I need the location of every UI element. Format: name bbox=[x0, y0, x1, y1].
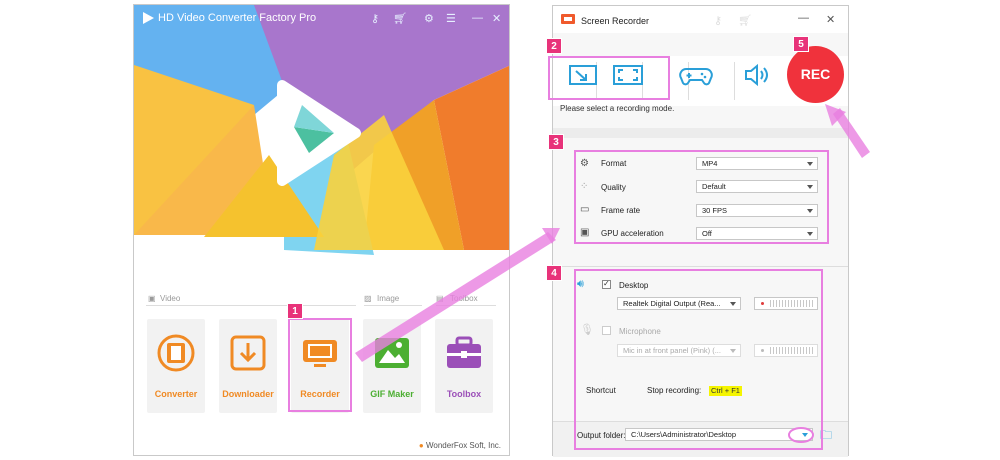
video-section-icon: ▣ bbox=[148, 294, 156, 303]
section-toolbox-label: Toolbox bbox=[450, 294, 478, 303]
tile-label: Toolbox bbox=[446, 389, 482, 399]
header-artwork bbox=[134, 5, 509, 287]
recorder-title: Screen Recorder bbox=[581, 16, 650, 26]
rec-button[interactable]: REC bbox=[787, 46, 844, 103]
step-badge-3: 3 bbox=[548, 134, 564, 150]
divider bbox=[734, 62, 735, 100]
highlight-audio-output bbox=[574, 269, 823, 450]
downloader-tile[interactable]: Downloader bbox=[219, 319, 277, 413]
hint-strip bbox=[553, 128, 848, 138]
converter-tile[interactable]: Converter bbox=[147, 319, 205, 413]
app-title: HD Video Converter Factory Pro bbox=[158, 12, 317, 24]
settings-icon[interactable]: ⚙ bbox=[424, 12, 434, 25]
toolbox-icon bbox=[447, 336, 481, 368]
cart-icon[interactable]: 🛒︎ bbox=[738, 14, 752, 27]
cart-icon[interactable]: 🛒︎ bbox=[393, 12, 407, 25]
key-icon[interactable]: ⚷ bbox=[371, 12, 379, 25]
close-icon[interactable]: ✕ bbox=[492, 12, 501, 25]
step-badge-4: 4 bbox=[546, 265, 562, 281]
divider bbox=[436, 305, 496, 306]
image-icon bbox=[375, 338, 409, 368]
close-icon[interactable]: ✕ bbox=[826, 13, 835, 26]
minimize-icon[interactable]: — bbox=[472, 12, 483, 24]
recording-mode-hint: Please select a recording mode. bbox=[560, 104, 675, 113]
download-icon bbox=[230, 335, 266, 371]
minimize-icon[interactable]: — bbox=[798, 12, 809, 24]
film-icon bbox=[157, 334, 195, 372]
toolbox-tile[interactable]: Toolbox bbox=[435, 319, 493, 413]
game-mode-button[interactable] bbox=[677, 56, 715, 94]
tile-label: GIF Maker bbox=[370, 389, 414, 399]
wonderfox-logo-icon: ● bbox=[418, 441, 424, 450]
tile-label: Downloader bbox=[222, 389, 274, 399]
menu-icon[interactable]: ☰ bbox=[446, 12, 456, 25]
highlight-settings bbox=[574, 150, 829, 244]
divider bbox=[146, 305, 356, 306]
image-section-icon: ▨ bbox=[364, 294, 372, 303]
step-badge-1: 1 bbox=[287, 303, 303, 319]
footer-text: WonderFox Soft, Inc. bbox=[426, 441, 501, 450]
highlight-mode-buttons bbox=[548, 56, 670, 100]
recorder-logo-icon bbox=[561, 14, 575, 24]
toolbox-section-icon: ▤ bbox=[436, 294, 444, 303]
audio-only-mode-button[interactable] bbox=[738, 56, 776, 94]
tile-label: Converter bbox=[154, 389, 198, 399]
footer-brand: ● WonderFox Soft, Inc. bbox=[419, 441, 501, 450]
divider bbox=[364, 305, 422, 306]
highlight-recorder-tile bbox=[288, 318, 352, 412]
step-badge-2: 2 bbox=[546, 38, 562, 54]
app-logo-icon bbox=[143, 12, 154, 24]
step-badge-5: 5 bbox=[793, 36, 809, 52]
divider bbox=[553, 266, 848, 267]
gif-maker-tile[interactable]: GIF Maker bbox=[363, 319, 421, 413]
section-image-label: Image bbox=[377, 294, 400, 303]
section-video-label: Video bbox=[160, 294, 181, 303]
key-icon[interactable]: ⚷ bbox=[714, 14, 722, 27]
